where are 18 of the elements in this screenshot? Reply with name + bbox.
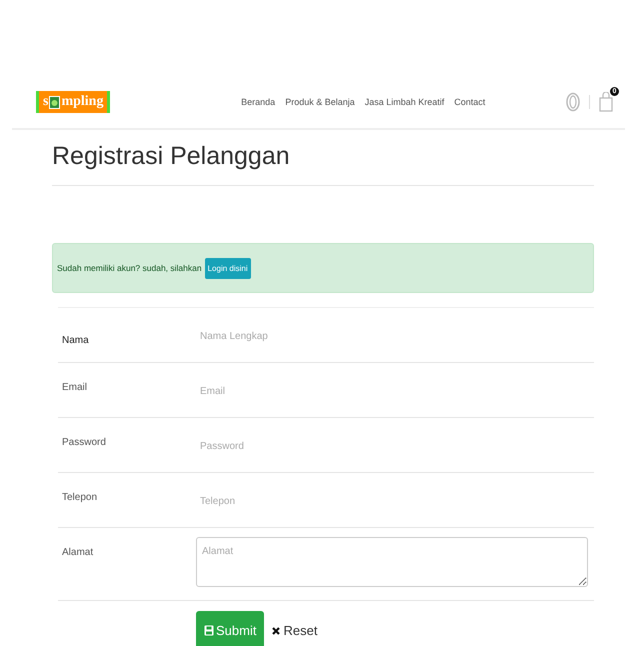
field-label: Nama	[61, 335, 90, 346]
logo-text: mpling	[61, 94, 104, 110]
nav-link[interactable]: Contact	[454, 97, 486, 107]
field-label: Email	[61, 382, 88, 393]
bag-icon[interactable]	[599, 92, 613, 112]
close-icon	[272, 626, 280, 634]
field-label: Telepon	[61, 492, 98, 503]
field-label: Password	[61, 437, 107, 448]
nav-link[interactable]: Beranda	[241, 97, 276, 107]
reset-button[interactable]: Reset	[272, 623, 318, 638]
nav-link[interactable]: Produk & Belanja	[285, 97, 355, 107]
text-area[interactable]: Alamat	[196, 536, 588, 586]
logo-text: s	[43, 94, 48, 110]
page-title: Registrasi Pelanggan	[52, 142, 291, 171]
nav-link[interactable]: Jasa Limbah Kreatif	[364, 97, 444, 107]
alert-text: Sudah memiliki akun? sudah, silahkan	[57, 263, 202, 273]
save-icon	[204, 625, 214, 636]
field-label: Alamat	[61, 547, 94, 558]
